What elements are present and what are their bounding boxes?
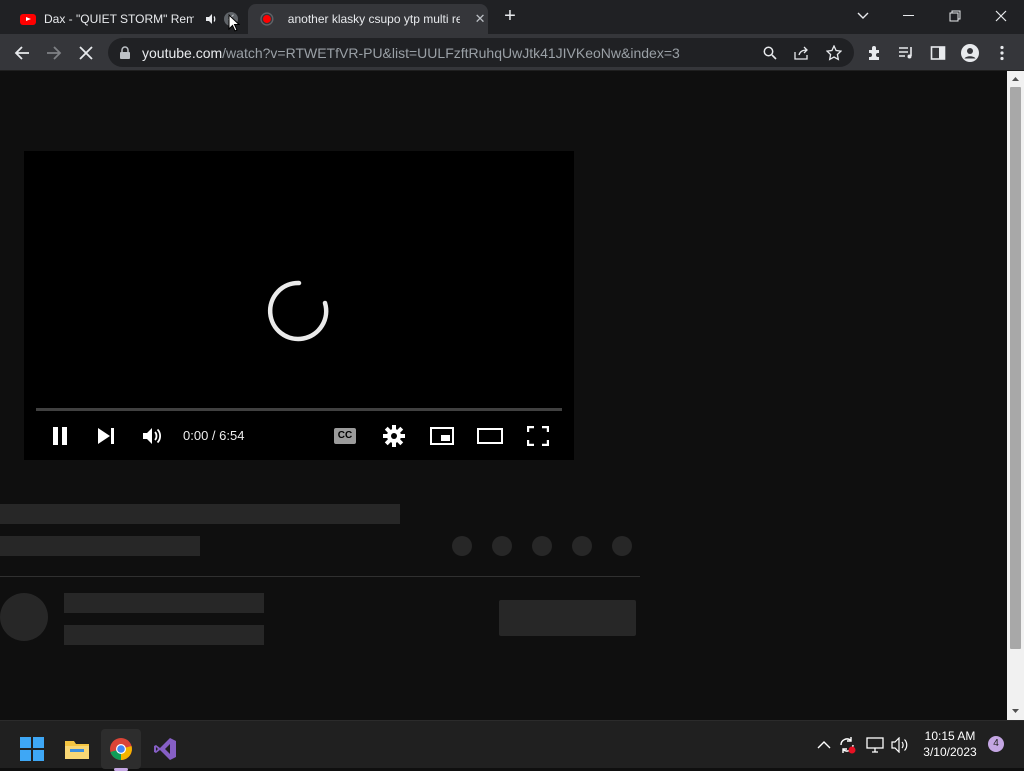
youtube-icon (20, 13, 36, 25)
action-skeleton (492, 536, 512, 556)
loading-favicon-icon (260, 12, 274, 26)
minimize-icon[interactable] (886, 0, 932, 32)
fullscreen-icon (527, 426, 549, 446)
bookmark-star-icon[interactable] (826, 45, 842, 61)
chrome-icon (110, 738, 132, 760)
network-icon[interactable] (866, 737, 884, 753)
subtitle-skeleton (0, 536, 200, 556)
close-window-icon[interactable] (978, 0, 1024, 32)
browser-toolbar: youtube.com/watch?v=RTWETfVR-PU&list=UUL… (0, 34, 1024, 71)
title-skeleton (0, 504, 400, 524)
restore-icon[interactable] (932, 0, 978, 32)
lock-icon[interactable] (119, 46, 131, 60)
volume-icon (143, 428, 162, 444)
address-bar[interactable]: youtube.com/watch?v=RTWETfVR-PU&list=UUL… (108, 38, 854, 67)
channel-avatar-skeleton (0, 593, 48, 641)
action-skeleton (572, 536, 592, 556)
profile-avatar-icon[interactable] (956, 39, 984, 67)
gear-icon (383, 425, 405, 447)
next-icon (98, 428, 114, 444)
chrome-taskbar-button[interactable] (101, 729, 141, 771)
captions-icon: CC (334, 428, 356, 444)
pause-button[interactable] (46, 420, 74, 452)
captions-button[interactable]: CC (330, 420, 360, 452)
search-icon[interactable] (763, 46, 777, 60)
windows-taskbar: 10:15 AM 3/10/2023 4 (0, 720, 1024, 771)
new-tab-icon[interactable]: + (500, 6, 520, 26)
page-scrollbar[interactable] (1007, 71, 1024, 720)
scrollbar-thumb[interactable] (1010, 87, 1021, 649)
share-icon[interactable] (794, 46, 810, 60)
loading-spinner-icon (267, 280, 329, 342)
speaker-icon[interactable] (204, 12, 218, 26)
mute-button[interactable] (138, 420, 166, 452)
visual-studio-button[interactable] (145, 729, 185, 769)
windows-logo-icon (20, 737, 44, 761)
progress-bar[interactable] (36, 408, 562, 411)
time-display: 0:00 / 6:54 (183, 428, 245, 443)
video-player[interactable]: 0:00 / 6:54 CC (24, 151, 574, 460)
pause-icon (53, 427, 67, 445)
sync-icon[interactable] (838, 736, 856, 754)
chevron-up-icon[interactable] (817, 740, 831, 750)
tab-title: another klasky csupo ytp multi re (287, 12, 461, 26)
extensions-icon[interactable] (860, 39, 888, 67)
subscribe-skeleton (499, 600, 636, 636)
tab-quiet-storm[interactable]: Dax - "QUIET STORM" Remix ✕ (8, 4, 248, 34)
action-skeleton (452, 536, 472, 556)
channel-name-skeleton (64, 593, 264, 613)
channel-subs-skeleton (64, 625, 264, 645)
tab-search-icon[interactable] (840, 0, 886, 32)
miniplayer-button[interactable] (426, 420, 458, 452)
url-text[interactable]: youtube.com/watch?v=RTWETfVR-PU&list=UUL… (142, 45, 680, 61)
theater-mode-button[interactable] (474, 420, 506, 452)
youtube-watch-page: 0:00 / 6:54 CC (0, 71, 1007, 720)
side-panel-icon[interactable] (924, 39, 952, 67)
forward-arrow-icon[interactable] (40, 39, 68, 67)
theater-icon (477, 428, 503, 444)
file-explorer-button[interactable] (57, 729, 97, 769)
settings-button[interactable] (378, 420, 410, 452)
mouse-cursor-icon (228, 14, 240, 32)
miniplayer-icon (430, 427, 454, 445)
close-tab-icon[interactable]: ✕ (472, 11, 488, 27)
tab-strip: Dax - "QUIET STORM" Remix ✕ another klas… (0, 0, 1024, 34)
visual-studio-icon (154, 738, 176, 760)
back-arrow-icon[interactable] (8, 39, 36, 67)
stop-loading-icon[interactable] (72, 39, 100, 67)
divider (0, 576, 640, 577)
tab-title: Dax - "QUIET STORM" Remix (44, 12, 194, 26)
menu-kebab-icon[interactable] (988, 39, 1016, 67)
clock-time: 10:15 AM (924, 729, 976, 743)
clock[interactable]: 10:15 AM 3/10/2023 (915, 728, 985, 760)
action-skeleton (532, 536, 552, 556)
clock-date: 3/10/2023 (923, 745, 977, 759)
tab-klasky-csupo[interactable]: another klasky csupo ytp multi re ✕ (248, 4, 488, 34)
notification-badge[interactable]: 4 (988, 736, 1004, 752)
fullscreen-button[interactable] (522, 420, 554, 452)
action-skeleton (612, 536, 632, 556)
folder-icon (65, 741, 89, 759)
scroll-down-arrow-icon[interactable] (1007, 705, 1024, 717)
media-controls-icon[interactable] (892, 39, 920, 67)
volume-icon[interactable] (891, 737, 909, 753)
scroll-up-arrow-icon[interactable] (1007, 73, 1024, 85)
start-button[interactable] (12, 729, 52, 769)
next-button[interactable] (92, 420, 120, 452)
